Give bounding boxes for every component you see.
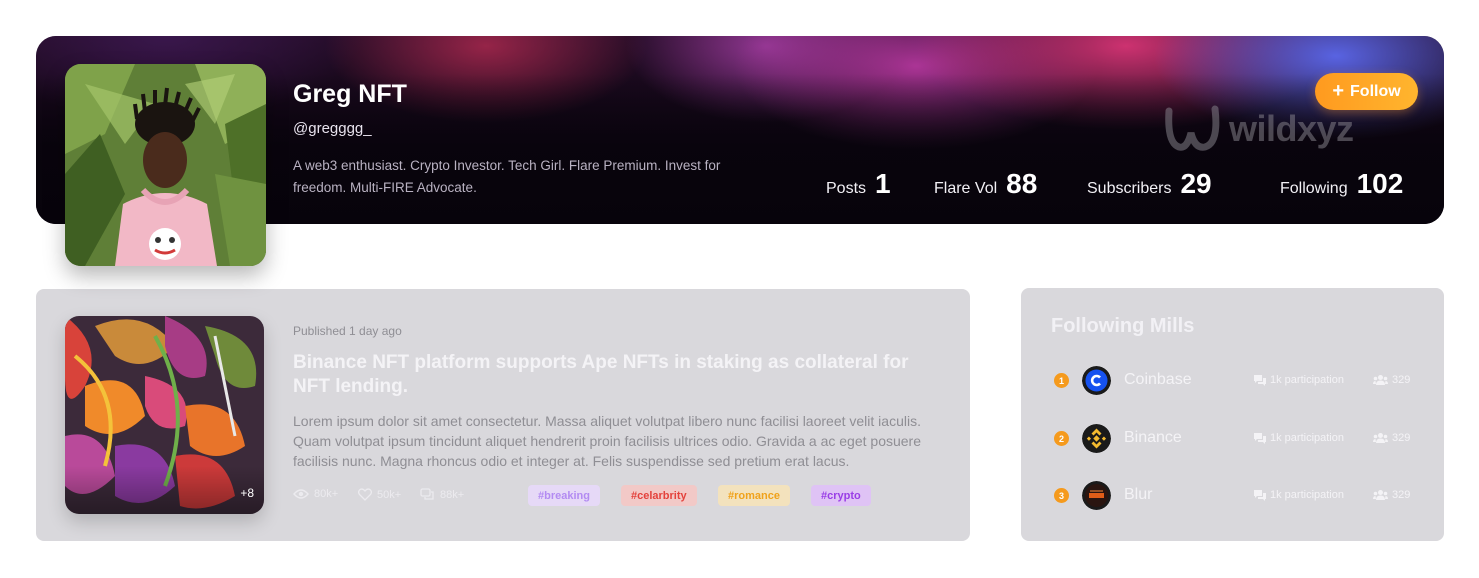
avatar[interactable] — [65, 64, 266, 266]
profile-bio: A web3 enthusiast. Crypto Investor. Tech… — [293, 158, 721, 195]
stat-value: 88 — [1006, 168, 1038, 199]
follow-button[interactable]: + Follow — [1315, 73, 1418, 110]
views-count: 80k+ — [314, 488, 339, 500]
post-published-time: Published 1 day ago — [293, 324, 402, 338]
comments-icon — [420, 488, 434, 500]
mill-item-blur[interactable]: 3 Blur 1k participation 329 — [1054, 480, 1414, 510]
profile-handle: @gregggg_ — [293, 120, 372, 137]
views-metric: 80k+ — [293, 488, 338, 500]
stat-value: 102 — [1356, 168, 1404, 199]
participation-text: 1k participation — [1270, 432, 1344, 444]
binance-logo-icon — [1082, 424, 1111, 453]
tag-romance[interactable]: #romance — [718, 485, 790, 506]
comments-count: 88k+ — [440, 488, 465, 501]
chat-icon — [1254, 374, 1266, 386]
rank-badge: 2 — [1054, 431, 1069, 446]
post-image — [65, 316, 264, 514]
mill-name: Coinbase — [1124, 371, 1192, 388]
tag-breaking[interactable]: #breaking — [528, 485, 600, 506]
chat-icon — [1254, 489, 1266, 501]
users-icon — [1373, 433, 1388, 443]
stat-label: Flare Vol — [934, 180, 998, 197]
stat-label: Following — [1280, 180, 1348, 197]
mill-name: Blur — [1124, 486, 1153, 503]
users-icon — [1373, 375, 1388, 385]
post-body: Lorem ipsum dolor sit amet consectetur. … — [293, 413, 921, 469]
comments-metric[interactable]: 88k+ — [420, 488, 464, 501]
members-count: 329 — [1392, 489, 1411, 501]
wild-logo-icon — [1165, 105, 1220, 151]
rank-badge: 1 — [1054, 373, 1069, 388]
mill-participation: 1k participation — [1254, 432, 1344, 444]
mill-item-coinbase[interactable]: 1 Coinbase 1k participation 329 — [1054, 365, 1414, 395]
stat-posts[interactable]: Posts 1 — [826, 168, 891, 200]
members-count: 329 — [1392, 374, 1411, 386]
participation-text: 1k participation — [1270, 374, 1344, 386]
more-images-count: +8 — [240, 486, 254, 500]
stat-following[interactable]: Following 102 — [1280, 168, 1403, 200]
plus-icon: + — [1332, 79, 1345, 102]
avatar-image — [65, 64, 266, 266]
rank-badge: 3 — [1054, 488, 1069, 503]
post-title[interactable]: Binance NFT platform supports Ape NFTs i… — [293, 351, 933, 399]
mill-item-binance[interactable]: 2 Binance 1k participation 329 — [1054, 423, 1414, 453]
watermark: wildxyz — [1165, 103, 1354, 155]
mill-name: Binance — [1124, 429, 1182, 446]
stat-flare-vol[interactable]: Flare Vol 88 — [934, 168, 1037, 200]
likes-metric[interactable]: 50k+ — [358, 488, 401, 501]
heart-icon — [358, 488, 372, 501]
stat-label: Subscribers — [1087, 180, 1172, 197]
stat-value: 29 — [1180, 168, 1212, 199]
post-thumbnail[interactable]: +8 — [65, 316, 264, 514]
follow-button-label: Follow — [1350, 82, 1401, 100]
likes-count: 50k+ — [377, 488, 402, 501]
eye-icon — [293, 489, 309, 499]
blur-logo-icon — [1082, 481, 1111, 510]
stat-subscribers[interactable]: Subscribers 29 — [1087, 168, 1212, 200]
stat-value: 1 — [875, 168, 891, 199]
stat-label: Posts — [826, 180, 867, 197]
mill-members: 329 — [1373, 374, 1410, 386]
tag-celarbrity[interactable]: #celarbrity — [621, 485, 697, 506]
mill-participation: 1k participation — [1254, 374, 1344, 386]
mill-members: 329 — [1373, 489, 1410, 501]
mill-members: 329 — [1373, 432, 1410, 444]
following-mills-title: Following Mills — [1051, 315, 1195, 337]
chat-icon — [1254, 432, 1266, 444]
members-count: 329 — [1392, 432, 1411, 444]
tag-crypto[interactable]: #crypto — [811, 485, 871, 506]
watermark-text: wildxyz — [1229, 108, 1354, 149]
profile-name: Greg NFT — [293, 80, 407, 108]
mill-participation: 1k participation — [1254, 489, 1344, 501]
coinbase-logo-icon — [1082, 366, 1111, 395]
participation-text: 1k participation — [1270, 489, 1344, 501]
users-icon — [1373, 490, 1388, 500]
